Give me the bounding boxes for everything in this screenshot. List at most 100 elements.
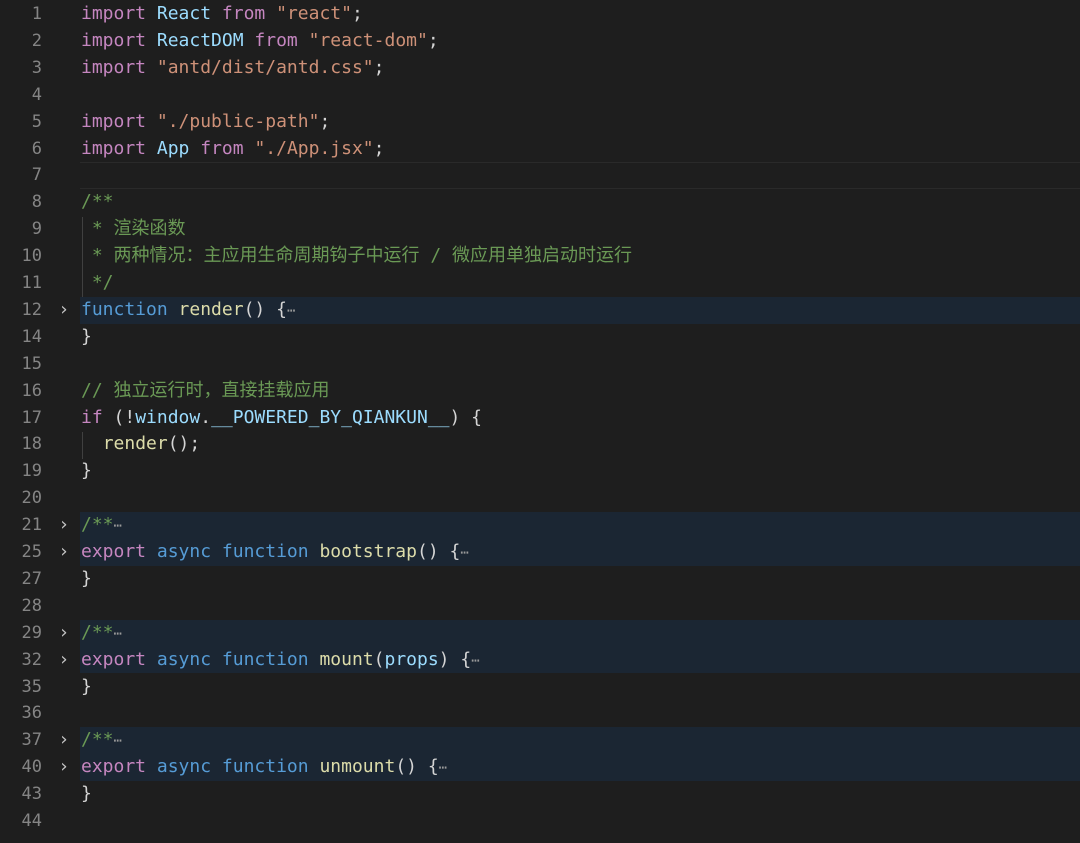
line-number: 18 <box>21 434 42 455</box>
code-text[interactable]: import React from "react"; <box>80 1 1080 28</box>
code-line[interactable]: 10 * 两种情况：主应用生命周期钩子中运行 / 微应用单独启动时运行 <box>0 243 1080 270</box>
code-text[interactable]: * 两种情况：主应用生命周期钩子中运行 / 微应用单独启动时运行 <box>80 243 1080 270</box>
code-text[interactable]: */ <box>80 270 1080 297</box>
folded-ellipsis-icon[interactable]: ⋯ <box>114 518 122 534</box>
folded-ellipsis-icon[interactable]: ⋯ <box>439 760 447 776</box>
chevron-right-icon[interactable]: › <box>54 727 74 754</box>
code-line[interactable]: 11 */ <box>0 270 1080 297</box>
code-line[interactable]: 6 import App from "./App.jsx"; <box>0 136 1080 163</box>
line-number: 10 <box>21 246 42 267</box>
code-token: /** <box>81 621 114 643</box>
code-text[interactable]: } <box>80 566 1080 593</box>
code-line[interactable]: 18 render(); <box>0 431 1080 458</box>
chevron-right-icon[interactable]: › <box>54 754 74 781</box>
code-text[interactable]: // 独立运行时，直接挂载应用 <box>80 378 1080 405</box>
chevron-right-icon[interactable]: › <box>54 620 74 647</box>
code-token: function <box>81 298 168 320</box>
code-text[interactable]: function render() {⋯ <box>80 296 1080 324</box>
code-line[interactable]: 43} <box>0 781 1080 808</box>
code-line[interactable]: 44 <box>0 808 1080 835</box>
code-text[interactable]: /**⋯ <box>80 727 1080 755</box>
code-text[interactable]: import App from "./App.jsx"; <box>80 136 1080 163</box>
code-text[interactable]: export async function unmount() {⋯ <box>80 754 1080 782</box>
code-line[interactable]: 19} <box>0 458 1080 485</box>
code-text[interactable]: } <box>80 674 1080 701</box>
code-line[interactable]: 12 › function render() {⋯ <box>0 296 1080 324</box>
code-line[interactable]: 8 /** <box>0 189 1080 216</box>
code-text[interactable] <box>80 351 1080 378</box>
folded-ellipsis-icon[interactable]: ⋯ <box>114 626 122 642</box>
code-token: import <box>81 110 147 132</box>
code-line[interactable]: 15 <box>0 351 1080 378</box>
code-line[interactable]: 5 import "./public-path"; <box>0 109 1080 136</box>
code-line[interactable]: 36 <box>0 700 1080 727</box>
code-text[interactable] <box>80 808 1080 835</box>
folded-ellipsis-icon[interactable]: ⋯ <box>114 733 122 749</box>
code-text[interactable]: import "./public-path"; <box>80 109 1080 136</box>
chevron-right-icon[interactable]: › <box>54 297 74 324</box>
code-token: async <box>156 648 212 670</box>
code-text[interactable] <box>80 593 1080 620</box>
code-text[interactable]: render(); <box>80 431 1080 458</box>
code-text[interactable]: } <box>80 781 1080 808</box>
folded-ellipsis-icon[interactable]: ⋯ <box>471 653 479 669</box>
code-line[interactable]: 2 import ReactDOM from "react-dom"; <box>0 28 1080 55</box>
code-line[interactable]: 28 <box>0 593 1080 620</box>
code-line[interactable]: 32 › export async function mount(props) {⋯ <box>0 646 1080 674</box>
code-text[interactable]: export async function mount(props) {⋯ <box>80 646 1080 674</box>
code-line[interactable]: 25 › export async function bootstrap() {⋯ <box>0 539 1080 566</box>
line-number: 1 <box>31 4 42 24</box>
code-token: async <box>156 541 212 562</box>
code-text[interactable] <box>80 700 1080 727</box>
code-text[interactable]: * 渲染函数 <box>80 216 1080 243</box>
code-text[interactable] <box>80 162 1080 190</box>
code-text[interactable]: } <box>80 458 1080 485</box>
code-line[interactable]: 21 ›/**⋯ <box>0 512 1080 539</box>
code-line[interactable]: 16 // 独立运行时，直接挂载应用 <box>0 378 1080 405</box>
code-line[interactable]: 40 › export async function unmount() {⋯ <box>0 754 1080 782</box>
code-text[interactable] <box>80 485 1080 512</box>
code-line[interactable]: 4 <box>0 82 1080 109</box>
code-text[interactable]: import ReactDOM from "react-dom"; <box>80 28 1080 55</box>
chevron-right-icon[interactable]: › <box>54 512 74 539</box>
code-line[interactable]: 17 if (!window.__POWERED_BY_QIANKUN__) { <box>0 405 1080 432</box>
code-text[interactable] <box>80 82 1080 109</box>
code-line[interactable]: 7 <box>0 162 1080 190</box>
code-text[interactable]: /**⋯ <box>80 512 1080 539</box>
folded-ellipsis-icon[interactable]: ⋯ <box>460 545 468 561</box>
folded-ellipsis-icon[interactable]: ⋯ <box>287 303 295 319</box>
code-line[interactable]: 29 ›/**⋯ <box>0 619 1080 647</box>
code-text[interactable]: export async function bootstrap() {⋯ <box>80 539 1080 566</box>
chevron-right-icon[interactable]: › <box>54 647 74 674</box>
chevron-right-icon[interactable]: › <box>54 539 74 566</box>
code-line[interactable]: 20 <box>0 485 1080 512</box>
code-line[interactable]: 1 import React from "react"; <box>0 1 1080 28</box>
code-line[interactable]: 9 * 渲染函数 <box>0 216 1080 243</box>
line-number: 20 <box>21 488 42 509</box>
code-line[interactable]: 37 ›/**⋯ <box>0 727 1080 755</box>
code-text[interactable]: if (!window.__POWERED_BY_QIANKUN__) { <box>80 405 1080 432</box>
code-text[interactable]: /** <box>80 189 1080 216</box>
code-text[interactable]: } <box>80 324 1080 351</box>
code-line[interactable]: 35} <box>0 674 1080 701</box>
code-token: ; <box>319 110 331 132</box>
code-line[interactable]: 14} <box>0 324 1080 351</box>
code-line[interactable]: 27} <box>0 566 1080 593</box>
code-token: (! <box>102 406 136 428</box>
code-text[interactable]: /**⋯ <box>80 619 1080 647</box>
line-number: 5 <box>31 111 42 132</box>
code-editor[interactable]: 1 import React from "react"; 2 import React… <box>0 0 1080 843</box>
code-text[interactable]: import "antd/dist/antd.css"; <box>80 55 1080 82</box>
code-token: bootstrap <box>319 541 417 562</box>
code-line[interactable]: 3 import "antd/dist/antd.css"; <box>0 55 1080 82</box>
